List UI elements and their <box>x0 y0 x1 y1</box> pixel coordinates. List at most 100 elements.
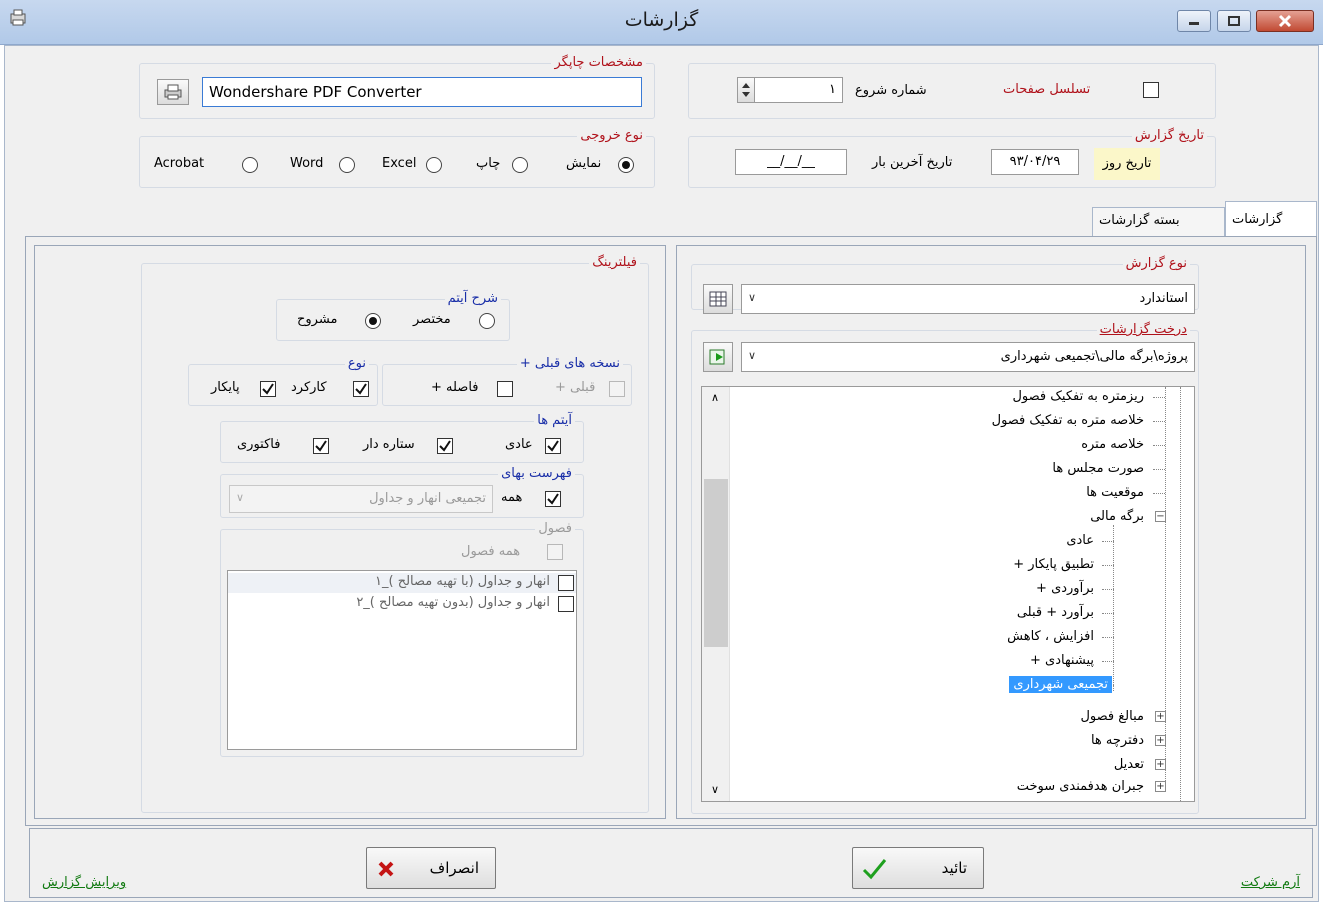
maximize-button[interactable] <box>1217 10 1251 32</box>
cancel-x-icon <box>378 861 394 877</box>
collapse-icon[interactable]: − <box>1155 511 1166 522</box>
chapters-all-label: همه فصول <box>461 544 521 559</box>
item-desc-radio-full[interactable] <box>365 313 381 329</box>
items-invoice-checkbox[interactable] <box>313 438 329 454</box>
today-date-field[interactable]: ۹۳/۰۴/۲۹ <box>991 149 1079 175</box>
report-grid-icon <box>709 291 727 307</box>
chapter-checkbox-1[interactable] <box>558 575 574 591</box>
prev-previous-label: + قبلی <box>555 380 596 395</box>
items-starred-checkbox[interactable] <box>437 438 453 454</box>
edit-report-link[interactable]: ویرایش گزارش <box>42 875 126 890</box>
confirm-label: تائید <box>941 859 967 877</box>
printer-name-field[interactable]: Wondershare PDF Converter <box>202 77 642 107</box>
checkmark-icon <box>547 440 559 452</box>
expand-icon[interactable]: + <box>1155 781 1166 792</box>
tree-connector <box>1102 589 1114 590</box>
checkmark-icon <box>862 859 887 880</box>
tree-item-selected[interactable]: تجمیعی شهرداری <box>1009 676 1112 693</box>
tree-item[interactable]: تعدیل <box>1114 757 1144 772</box>
tree-connector <box>1153 421 1165 422</box>
tree-item[interactable]: + برآوردی <box>1036 581 1094 596</box>
tree-item[interactable]: برگه مالی <box>1090 509 1144 524</box>
price-list-all-checkbox[interactable] <box>545 491 561 507</box>
tab-reports[interactable]: گزارشات <box>1225 201 1317 237</box>
close-button[interactable] <box>1256 10 1314 32</box>
output-label-excel: Excel <box>382 156 417 171</box>
tree-item[interactable]: عادی <box>1066 533 1094 548</box>
minimize-button[interactable] <box>1177 10 1211 32</box>
tree-item[interactable]: ریزمتره به تفکیک فصول <box>1012 389 1144 404</box>
start-number-spinner[interactable] <box>737 77 755 103</box>
tree-item[interactable]: دفترچه ها <box>1091 733 1144 748</box>
output-radio-word[interactable] <box>339 157 355 173</box>
report-tree-view[interactable]: ∧ ∨ ریزمتره به تفکیک فصول خلاصه متره به … <box>701 386 1195 802</box>
item-desc-radio-brief[interactable] <box>479 313 495 329</box>
filter-legend: فیلترینگ <box>589 255 640 271</box>
filter-panel: فیلترینگ شرح آیتم مشروح مختصر + نسخه های… <box>34 245 666 819</box>
company-logo-link[interactable]: آرم شرکت <box>1241 875 1300 890</box>
checkmark-icon <box>355 383 367 395</box>
output-type-group: نوع خروجی نمایش چاپ Excel Word Acrobat <box>139 128 655 188</box>
tree-connector <box>1102 613 1114 614</box>
tree-item[interactable]: مبالغ فصول <box>1080 709 1144 724</box>
tree-connector <box>1153 445 1165 446</box>
report-type-select[interactable]: ∨ استاندارد <box>741 284 1195 314</box>
scroll-down-icon[interactable]: ∨ <box>711 783 719 796</box>
checkmark-icon <box>315 440 327 452</box>
output-radio-print[interactable] <box>512 157 528 173</box>
output-label-print: چاپ <box>476 156 501 171</box>
items-normal-checkbox[interactable] <box>545 438 561 454</box>
page-sequence-checkbox[interactable] <box>1143 82 1159 98</box>
kind-work-checkbox[interactable] <box>353 381 369 397</box>
prev-gap-label: + فاصله <box>431 380 479 395</box>
run-report-button[interactable] <box>703 342 733 372</box>
report-path-select[interactable]: ∨ پروژه\برگه مالی\تجمیعی شهرداری <box>741 342 1195 372</box>
tree-connector <box>1113 525 1114 691</box>
tree-item[interactable]: خلاصه متره <box>1081 437 1144 452</box>
tree-scrollbar[interactable]: ∧ ∨ <box>702 387 730 801</box>
item-desc-legend: شرح آیتم <box>444 291 501 307</box>
expand-icon[interactable]: + <box>1155 759 1166 770</box>
items-group: آیتم ها عادی ستاره دار فاکتوری <box>220 413 584 463</box>
maximize-icon <box>1228 16 1240 26</box>
output-label-acrobat: Acrobat <box>154 156 205 171</box>
tree-connector <box>1180 387 1181 801</box>
chapter-checkbox-2[interactable] <box>558 596 574 612</box>
kind-paikar-checkbox[interactable] <box>260 381 276 397</box>
tree-item[interactable]: + پیشنهادی <box>1030 653 1094 668</box>
printer-legend: مشخصات چاپگر <box>551 55 646 71</box>
item-desc-group: شرح آیتم مشروح مختصر <box>276 291 510 341</box>
confirm-button[interactable]: تائید <box>852 847 984 889</box>
chapters-list[interactable]: ۱_انهار و جداول (با تهیه مصالح ) ۲_انهار… <box>227 570 577 750</box>
tree-item[interactable]: افزایش ، کاهش <box>1007 629 1094 644</box>
tree-item[interactable]: + تطبیق پایکار <box>1013 557 1094 572</box>
cancel-button[interactable]: انصراف <box>366 847 496 889</box>
scroll-up-icon[interactable]: ∧ <box>711 391 719 404</box>
tree-connector <box>1153 493 1165 494</box>
tree-item[interactable]: صورت مجلس ها <box>1052 461 1144 476</box>
output-radio-excel[interactable] <box>426 157 442 173</box>
checkmark-icon <box>439 440 451 452</box>
last-date-field[interactable]: __/__/__ <box>735 149 847 175</box>
items-normal-label: عادی <box>505 437 533 452</box>
printer-settings-button[interactable] <box>157 79 189 105</box>
tree-connector <box>1102 565 1114 566</box>
tree-item[interactable]: برآورد + قبلی <box>1017 605 1094 620</box>
tree-item[interactable]: موقعیت ها <box>1086 485 1144 500</box>
report-date-legend: تاریخ گزارش <box>1131 128 1207 144</box>
kind-paikar-label: پایکار <box>211 380 240 395</box>
report-type-button[interactable] <box>703 284 733 314</box>
footer-bar: آرم شرکت تائید انصراف ویرایش گزارش <box>29 828 1313 898</box>
cancel-label: انصراف <box>429 859 479 877</box>
expand-icon[interactable]: + <box>1155 735 1166 746</box>
expand-icon[interactable]: + <box>1155 711 1166 722</box>
output-radio-display[interactable] <box>618 157 634 173</box>
tree-item[interactable]: خلاصه متره به تفکیک فصول <box>992 413 1144 428</box>
tree-item[interactable]: جبران هدفمندی سوخت <box>1017 779 1144 794</box>
tree-connector <box>1102 661 1114 662</box>
prev-gap-checkbox[interactable] <box>497 381 513 397</box>
tab-report-packages[interactable]: بسته گزارشات <box>1092 207 1225 237</box>
today-date-label: تاریخ روز <box>1094 148 1160 180</box>
scroll-thumb[interactable] <box>704 479 728 647</box>
output-radio-acrobat[interactable] <box>242 157 258 173</box>
